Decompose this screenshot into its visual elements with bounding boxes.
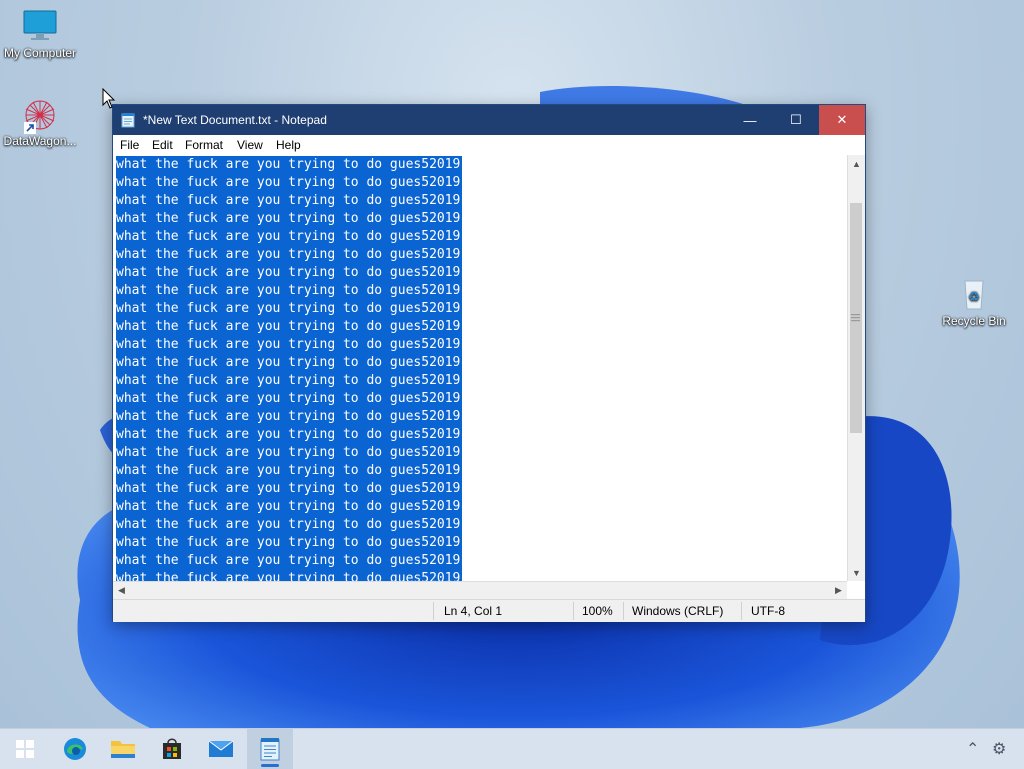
text-line: what the fuck are you trying to do gues5…: [116, 534, 463, 552]
status-divider: [433, 602, 434, 620]
status-divider: [623, 602, 624, 620]
minimize-icon: —: [743, 112, 757, 128]
mouse-pointer-icon: [102, 88, 116, 109]
text-line: what the fuck are you trying to do gues5…: [116, 552, 463, 570]
horizontal-scrollbar[interactable]: ◀ ▶: [113, 581, 847, 599]
text-line: what the fuck are you trying to do gues5…: [116, 336, 463, 354]
status-zoom: 100%: [582, 604, 613, 618]
status-bar: Ln 4, Col 1 100% Windows (CRLF) UTF-8: [113, 599, 865, 622]
text-line: what the fuck are you trying to do gues5…: [116, 300, 463, 318]
close-icon: ✕: [836, 112, 848, 127]
start-button[interactable]: [2, 729, 48, 769]
minimize-button[interactable]: —: [727, 105, 773, 135]
monitor-icon: [20, 8, 60, 44]
text-line: what the fuck are you trying to do gues5…: [116, 372, 463, 390]
scroll-grip-icon: — — —: [851, 309, 860, 325]
edge-icon: [64, 738, 86, 760]
status-cursor-position: Ln 4, Col 1: [444, 604, 503, 618]
start-icon: [16, 740, 34, 758]
desktop-icon-label: DataWagon...: [3, 134, 77, 148]
maximize-icon: ☐: [790, 112, 802, 127]
close-button[interactable]: ✕: [819, 105, 865, 135]
desktop-icon-label: My Computer: [3, 46, 77, 60]
scroll-up-arrow-icon[interactable]: ▲: [848, 155, 865, 172]
menu-edit[interactable]: Edit: [152, 138, 173, 152]
text-line: what the fuck are you trying to do gues5…: [116, 192, 463, 210]
status-encoding: UTF-8: [751, 604, 785, 618]
chevron-up-icon[interactable]: ⌃: [966, 739, 979, 759]
desktop-icon-my-computer[interactable]: My Computer: [0, 8, 80, 60]
notepad-icon: [260, 738, 280, 761]
text-line: what the fuck are you trying to do gues5…: [116, 426, 463, 444]
text-line: what the fuck are you trying to do gues5…: [116, 408, 463, 426]
text-line: what the fuck are you trying to do gues5…: [116, 570, 463, 581]
taskbar-notepad[interactable]: [247, 729, 293, 769]
svg-text:♻: ♻: [968, 290, 980, 305]
text-line: what the fuck are you trying to do gues5…: [116, 462, 463, 480]
status-divider: [741, 602, 742, 620]
scroll-left-arrow-icon[interactable]: ◀: [113, 582, 130, 599]
text-line: what the fuck are you trying to do gues5…: [116, 318, 463, 336]
status-divider: [573, 602, 574, 620]
vertical-scrollbar[interactable]: ▲ — — — ▼: [847, 155, 865, 581]
text-line: what the fuck are you trying to do gues5…: [116, 498, 463, 516]
menu-bar: File Edit Format View Help: [113, 135, 865, 155]
taskbar-edge[interactable]: [52, 729, 98, 769]
text-line: what the fuck are you trying to do gues5…: [116, 264, 463, 282]
text-line: what the fuck are you trying to do gues5…: [116, 174, 463, 192]
recycle-bin-icon: ♻: [954, 276, 994, 312]
taskbar-store[interactable]: [149, 729, 195, 769]
text-line: what the fuck are you trying to do gues5…: [116, 480, 463, 498]
scroll-right-arrow-icon[interactable]: ▶: [830, 582, 847, 599]
menu-format[interactable]: Format: [185, 138, 223, 152]
notepad-window[interactable]: *New Text Document.txt - Notepad — ☐ ✕ F…: [112, 104, 866, 622]
menu-help[interactable]: Help: [276, 138, 301, 152]
notepad-app-icon: [121, 112, 135, 128]
text-line: what the fuck are you trying to do gues5…: [116, 156, 463, 174]
text-line: what the fuck are you trying to do gues5…: [116, 354, 463, 372]
desktop-icon-label: Recycle Bin: [942, 314, 1006, 328]
text-line: what the fuck are you trying to do gues5…: [116, 210, 463, 228]
text-line: what the fuck are you trying to do gues5…: [116, 516, 463, 534]
menu-view[interactable]: View: [237, 138, 263, 152]
text-line: what the fuck are you trying to do gues5…: [116, 246, 463, 264]
scroll-down-arrow-icon[interactable]: ▼: [848, 564, 865, 581]
taskbar-mail[interactable]: [198, 729, 244, 769]
store-icon: [163, 738, 181, 759]
title-bar[interactable]: *New Text Document.txt - Notepad — ☐ ✕: [113, 105, 865, 135]
datawagon-shortcut-icon: [20, 96, 60, 134]
taskbar: ⌃ ⚙: [0, 728, 1024, 769]
text-line: what the fuck are you trying to do gues5…: [116, 444, 463, 462]
text-line: what the fuck are you trying to do gues5…: [116, 282, 463, 300]
desktop-icon-recycle-bin[interactable]: ♻ Recycle Bin: [934, 276, 1014, 328]
taskbar-file-explorer[interactable]: [100, 729, 146, 769]
settings-gear-icon[interactable]: ⚙: [992, 739, 1006, 759]
status-line-ending: Windows (CRLF): [632, 604, 724, 618]
desktop-icon-datawagon[interactable]: DataWagon...: [0, 96, 80, 148]
text-line: what the fuck are you trying to do gues5…: [116, 390, 463, 408]
menu-file[interactable]: File: [120, 138, 139, 152]
window-title: *New Text Document.txt - Notepad: [143, 113, 327, 127]
mail-icon: [208, 740, 234, 757]
file-explorer-icon: [111, 741, 135, 758]
maximize-button[interactable]: ☐: [773, 105, 819, 135]
text-editor[interactable]: what the fuck are you trying to do gues5…: [113, 155, 847, 581]
text-line: what the fuck are you trying to do gues5…: [116, 228, 463, 246]
